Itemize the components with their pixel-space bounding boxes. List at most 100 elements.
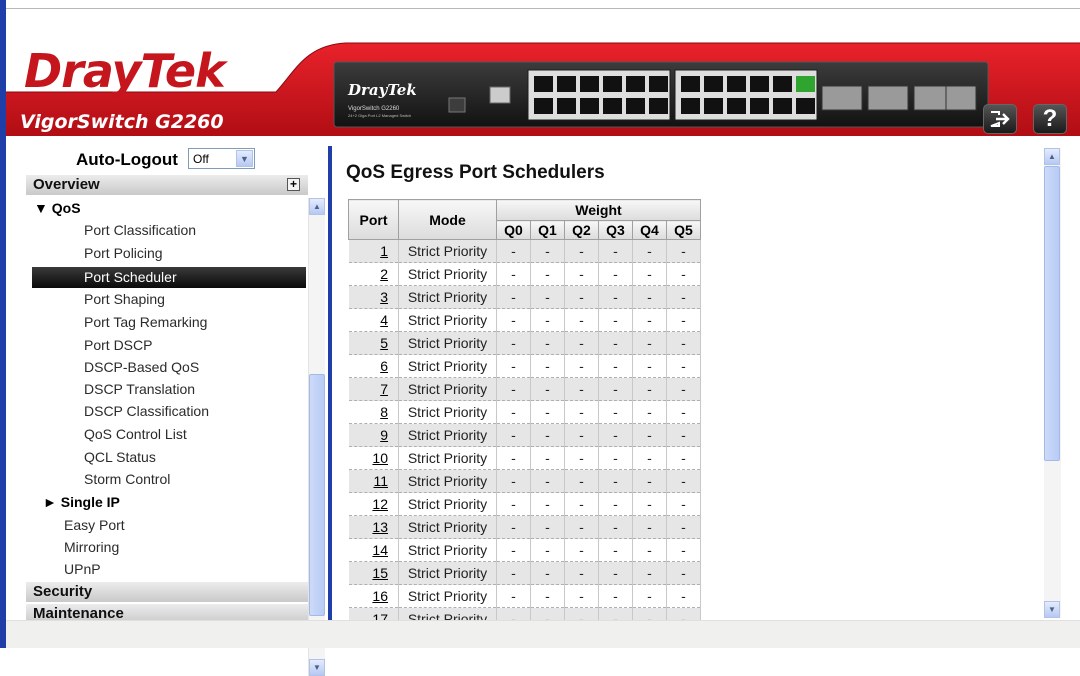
col-header-mode: Mode [398,199,497,240]
nav-item-upnp[interactable]: UPnP [64,558,101,580]
table-row: 5 Strict Priority - - - - - - [348,331,701,355]
table-row: 9 Strict Priority - - - - - - [348,423,701,447]
logout-button[interactable] [983,104,1017,134]
port-link[interactable]: 14 [372,542,388,558]
table-row: 16 Strict Priority - - - - - - [348,584,701,608]
nav-item-port-tag-remarking[interactable]: Port Tag Remarking [84,311,207,333]
port-link[interactable]: 12 [372,496,388,512]
mode-cell: Strict Priority [398,354,497,378]
main-scroll-thumb[interactable] [1044,166,1060,461]
table-row: 2 Strict Priority - - - - - - [348,262,701,286]
port-link[interactable]: 9 [380,427,388,443]
weight-cell: - [598,423,633,447]
port-link[interactable]: 6 [380,358,388,374]
scroll-down-icon[interactable]: ▼ [309,659,325,676]
logout-icon [990,111,1010,127]
nav-item-port-dscp[interactable]: Port DSCP [84,334,152,356]
table-row: 1 Strict Priority - - - - - - [348,239,701,263]
nav-group-single-ip[interactable]: ► Single IP [43,491,120,513]
nav-item-port-policing[interactable]: Port Policing [84,242,163,264]
weight-cell: - [530,285,565,309]
weight-cell: - [632,331,667,355]
scheduler-table: Port Mode Weight Q0 Q1 Q2 Q3 Q4 Q5 1 Stri… [348,199,701,631]
weight-cell: - [496,239,531,263]
port-cell: 2 [348,262,399,286]
table-row: 12 Strict Priority - - - - - - [348,492,701,516]
sidebar-scrollbar[interactable]: ▲ ▼ [308,198,325,676]
mode-cell: Strict Priority [398,423,497,447]
weight-cell: - [632,515,667,539]
port-cell: 15 [348,561,399,585]
weight-cell: - [564,469,599,493]
nav-item-easy-port[interactable]: Easy Port [64,514,125,536]
nav-item-qcl-status[interactable]: QCL Status [84,446,156,468]
weight-cell: - [598,377,633,401]
weight-cell: - [598,469,633,493]
nav-section-security[interactable]: Security [26,582,308,602]
nav-item-qos-control-list[interactable]: QoS Control List [84,423,187,445]
weight-cell: - [564,515,599,539]
weight-cell: - [530,239,565,263]
weight-cell: - [530,538,565,562]
port-link[interactable]: 1 [380,243,388,259]
col-header-q1: Q1 [530,220,565,240]
nav-item-port-shaping[interactable]: Port Shaping [84,288,165,310]
port-link[interactable]: 5 [380,335,388,351]
col-header-port: Port [348,199,399,240]
weight-cell: - [598,515,633,539]
help-button[interactable]: ? [1033,104,1067,134]
mode-cell: Strict Priority [398,262,497,286]
weight-cell: - [496,492,531,516]
nav-section-overview[interactable]: Overview + [26,175,308,195]
auto-logout-select[interactable]: Off ▼ [188,148,255,169]
nav-item-port-scheduler[interactable]: Port Scheduler [84,266,177,288]
weight-cell: - [666,262,701,286]
weight-cell: - [496,538,531,562]
port-link[interactable]: 13 [372,519,388,535]
mode-cell: Strict Priority [398,239,497,263]
status-bar [6,620,1080,648]
scroll-up-icon[interactable]: ▲ [309,198,325,215]
port-link[interactable]: 15 [372,565,388,581]
weight-cell: - [632,262,667,286]
port-cell: 10 [348,446,399,470]
port-link[interactable]: 7 [380,381,388,397]
port-cell: 11 [348,469,399,493]
scroll-down-icon[interactable]: ▼ [1044,601,1060,618]
nav-item-dscp-based-qos[interactable]: DSCP-Based QoS [84,356,199,378]
nav-group-qos[interactable]: ▼ QoS [34,197,81,219]
main-scrollbar[interactable]: ▲ ▼ [1044,148,1061,618]
nav-item-dscp-translation[interactable]: DSCP Translation [84,378,195,400]
port-link[interactable]: 4 [380,312,388,328]
weight-cell: - [598,239,633,263]
sidebar-scroll-thumb[interactable] [309,374,325,616]
weight-cell: - [598,492,633,516]
weight-cell: - [598,538,633,562]
nav-item-mirroring[interactable]: Mirroring [64,536,119,558]
weight-cell: - [530,262,565,286]
port-link[interactable]: 16 [372,588,388,604]
nav-item-storm-control[interactable]: Storm Control [84,468,170,490]
weight-cell: - [666,400,701,424]
port-link[interactable]: 10 [372,450,388,466]
weight-cell: - [496,584,531,608]
weight-cell: - [564,331,599,355]
scroll-up-icon[interactable]: ▲ [1044,148,1060,165]
weight-cell: - [632,446,667,470]
weight-cell: - [632,308,667,332]
nav-item-port-classification[interactable]: Port Classification [84,219,196,241]
port-link[interactable]: 3 [380,289,388,305]
auto-logout-label: Auto-Logout [76,150,178,169]
port-link[interactable]: 11 [373,473,388,489]
port-cell: 5 [348,331,399,355]
device-name: VigorSwitch G2260 [348,106,400,112]
port-link[interactable]: 2 [380,266,388,282]
expand-icon[interactable]: + [287,178,300,191]
device-logo: DrayTek [348,81,417,99]
nav-item-dscp-classification[interactable]: DSCP Classification [84,400,209,422]
port-link[interactable]: 8 [380,404,388,420]
weight-cell: - [564,561,599,585]
table-row: 3 Strict Priority - - - - - - [348,285,701,309]
port-cell: 3 [348,285,399,309]
weight-cell: - [564,239,599,263]
